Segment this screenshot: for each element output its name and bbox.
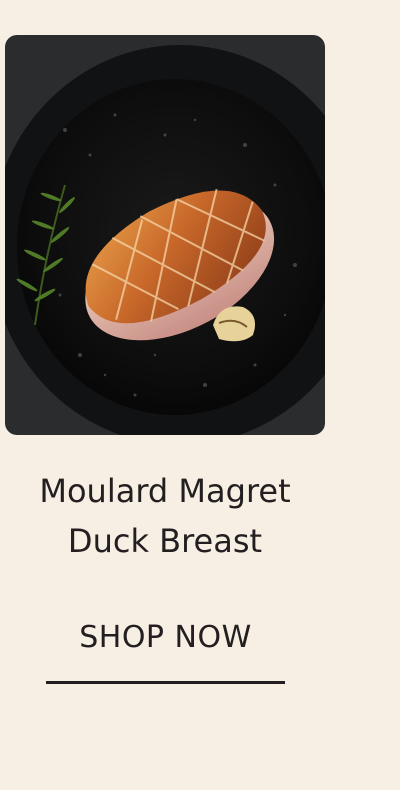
- product-title-line-1: Moulard Magret: [39, 472, 291, 510]
- product-title: Moulard Magret Duck Breast: [0, 466, 330, 566]
- shop-now-button[interactable]: SHOP NOW: [46, 615, 285, 685]
- shop-now-underline: [46, 681, 285, 684]
- product-image[interactable]: [5, 35, 325, 435]
- product-card: Moulard Magret Duck Breast SHOP NOW: [0, 0, 400, 790]
- product-title-line-2: Duck Breast: [67, 522, 263, 560]
- shop-now-label: SHOP NOW: [79, 620, 252, 655]
- duck-breast-photo: [5, 35, 325, 435]
